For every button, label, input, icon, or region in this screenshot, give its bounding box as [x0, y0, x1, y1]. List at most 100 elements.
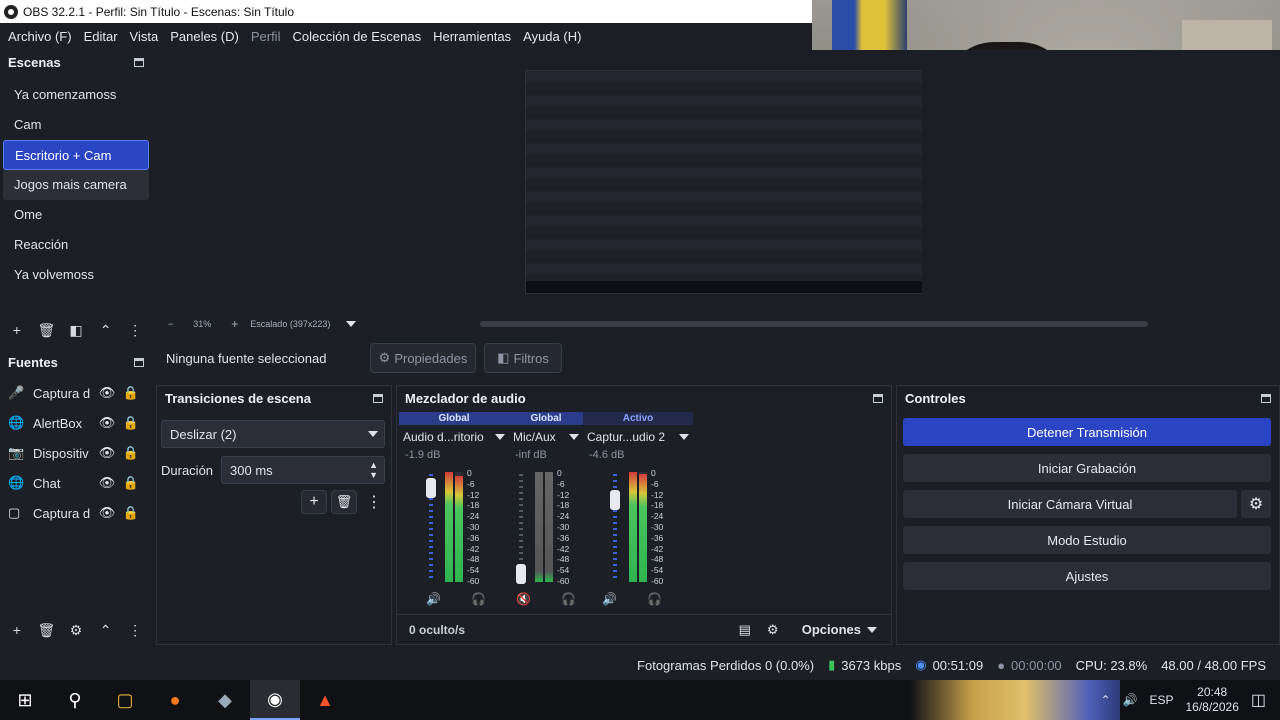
- muted-speaker-icon[interactable]: 🔇: [516, 592, 531, 606]
- gear-icon[interactable]: ⚙: [1241, 490, 1271, 518]
- windows-start-icon[interactable]: ⊞: [0, 680, 50, 720]
- menu-coleccion[interactable]: Colección de Escenas: [286, 29, 427, 44]
- scene-item[interactable]: Ome: [3, 200, 149, 230]
- chevron-down-icon[interactable]: [495, 434, 505, 440]
- source-item[interactable]: 🌐 AlertBox 👁 🔒: [0, 408, 152, 438]
- fader-handle[interactable]: [516, 564, 526, 584]
- chevron-down-icon[interactable]: [679, 434, 689, 440]
- lock-icon[interactable]: 🔒: [119, 445, 143, 461]
- preview-canvas[interactable]: [160, 50, 1280, 315]
- source-item[interactable]: 📷 Dispositiv 👁 🔒: [0, 438, 152, 468]
- trash-icon[interactable]: 🗑: [36, 322, 56, 339]
- zoom-in-button[interactable]: +: [231, 317, 238, 331]
- menu-vista[interactable]: Vista: [124, 29, 165, 44]
- trash-icon[interactable]: 🗑: [36, 622, 56, 639]
- lock-icon[interactable]: 🔒: [119, 415, 143, 431]
- scene-item[interactable]: Reacción: [3, 230, 149, 260]
- transition-select[interactable]: Deslizar (2): [161, 420, 385, 448]
- undock-icon[interactable]: [134, 358, 144, 367]
- properties-button[interactable]: ⚙ Propiedades: [370, 343, 476, 373]
- virtual-camera-button[interactable]: Iniciar Cámara Virtual: [903, 490, 1237, 518]
- file-explorer-icon[interactable]: ▢: [100, 680, 150, 720]
- headphones-icon[interactable]: 🎧: [471, 592, 486, 606]
- eye-icon[interactable]: 👁: [95, 415, 119, 431]
- menu-editar[interactable]: Editar: [78, 29, 124, 44]
- more-icon[interactable]: ⋮: [125, 622, 145, 639]
- scene-item[interactable]: Cam: [3, 110, 149, 140]
- up-icon[interactable]: ⌃: [96, 322, 116, 339]
- undock-icon[interactable]: [134, 58, 144, 67]
- scale-label: Escalado (397x223): [250, 319, 331, 329]
- fader-handle[interactable]: [610, 490, 620, 510]
- eye-icon[interactable]: 👁: [95, 505, 119, 521]
- scene-item[interactable]: Ya comenzamoss: [3, 80, 149, 110]
- stepper-arrows-icon[interactable]: ▲ ▼: [369, 460, 384, 480]
- notifications-icon[interactable]: ◫: [1251, 690, 1266, 710]
- menu-perfil[interactable]: Perfil: [245, 29, 287, 44]
- add-icon[interactable]: +: [7, 622, 27, 638]
- volume-icon[interactable]: 🔊: [1123, 693, 1138, 707]
- duration-stepper[interactable]: 300 ms ▲ ▼: [221, 456, 386, 484]
- filters-button[interactable]: ◧ Filtros: [484, 343, 562, 373]
- menu-ayuda[interactable]: Ayuda (H): [517, 29, 587, 44]
- gear-icon[interactable]: ⚙: [66, 622, 86, 639]
- advanced-audio-icon[interactable]: ⚙: [758, 622, 788, 638]
- eye-icon[interactable]: 👁: [95, 385, 119, 401]
- studio-mode-button[interactable]: Modo Estudio: [903, 526, 1271, 554]
- options-button[interactable]: Opciones: [788, 622, 891, 637]
- settings-button[interactable]: Ajustes: [903, 562, 1271, 590]
- eye-icon[interactable]: 👁: [95, 445, 119, 461]
- headphones-icon[interactable]: 🎧: [647, 592, 662, 606]
- search-icon[interactable]: ⚲: [50, 680, 100, 720]
- fader-handle[interactable]: [426, 478, 436, 498]
- speaker-icon[interactable]: 🔊: [602, 592, 617, 606]
- undock-icon[interactable]: [1261, 394, 1271, 403]
- remove-transition-button[interactable]: 🗑: [331, 490, 357, 514]
- scenes-toolbar: + 🗑 ◧ ⌃ ⋮: [0, 316, 152, 344]
- brave-icon[interactable]: ▲: [300, 680, 350, 720]
- menu-paneles[interactable]: Paneles (D): [164, 29, 245, 44]
- layout-icon[interactable]: ▤: [732, 622, 758, 638]
- up-icon[interactable]: ⌃: [96, 622, 116, 639]
- lock-icon[interactable]: 🔒: [119, 475, 143, 491]
- chevron-down-icon: [368, 431, 378, 437]
- undock-icon[interactable]: [873, 394, 883, 403]
- undock-icon[interactable]: [373, 394, 383, 403]
- stop-streaming-button[interactable]: Detener Transmisión: [903, 418, 1271, 446]
- add-transition-button[interactable]: +: [301, 490, 327, 514]
- lock-icon[interactable]: 🔒: [119, 385, 143, 401]
- source-item[interactable]: ▢ Captura d 👁 🔒: [0, 498, 152, 528]
- scene-item[interactable]: Ya volvemoss: [3, 260, 149, 290]
- chevron-down-icon[interactable]: [569, 434, 579, 440]
- more-icon[interactable]: ⋮: [361, 490, 387, 514]
- transitions-dock: Transiciones de escena Deslizar (2) Dura…: [156, 385, 392, 645]
- level-meter: [545, 472, 553, 582]
- obs-icon[interactable]: ◉: [250, 680, 300, 720]
- language-indicator[interactable]: ESP: [1149, 693, 1173, 707]
- app-icon[interactable]: ◆: [200, 680, 250, 720]
- headphones-icon[interactable]: 🎧: [561, 592, 576, 606]
- db-scale: 0 -6 -12 -18 -24 -30 -36 -42 -48 -54 -60: [557, 468, 570, 586]
- scene-item-selected[interactable]: Escritorio + Cam: [3, 140, 149, 170]
- menu-archivo[interactable]: Archivo (F): [2, 29, 78, 44]
- preview-scrollbar[interactable]: [480, 321, 1148, 327]
- clock[interactable]: 20:48 16/8/2026: [1185, 685, 1238, 715]
- zoom-level: 31%: [193, 319, 212, 329]
- filter-icon[interactable]: ◧: [66, 322, 86, 339]
- lock-icon[interactable]: 🔒: [119, 505, 143, 521]
- chevron-up-icon[interactable]: ⌃: [1100, 693, 1110, 707]
- menu-herramientas[interactable]: Herramientas: [427, 29, 517, 44]
- zoom-out-button[interactable]: −: [168, 319, 173, 329]
- speaker-icon[interactable]: 🔊: [426, 592, 441, 606]
- more-icon[interactable]: ⋮: [125, 322, 145, 339]
- add-icon[interactable]: +: [7, 322, 27, 338]
- source-item[interactable]: 🌐 Chat 👁 🔒: [0, 468, 152, 498]
- globe-icon: 🌐: [8, 415, 25, 430]
- firefox-icon[interactable]: ●: [150, 680, 200, 720]
- scene-item[interactable]: Jogos mais camera: [3, 170, 149, 200]
- filter-icon: ◧: [497, 350, 510, 365]
- chevron-down-icon[interactable]: [346, 321, 357, 327]
- start-recording-button[interactable]: Iniciar Grabación: [903, 454, 1271, 482]
- source-item[interactable]: 🎤 Captura d 👁 🔒: [0, 378, 152, 408]
- eye-icon[interactable]: 👁: [95, 475, 119, 491]
